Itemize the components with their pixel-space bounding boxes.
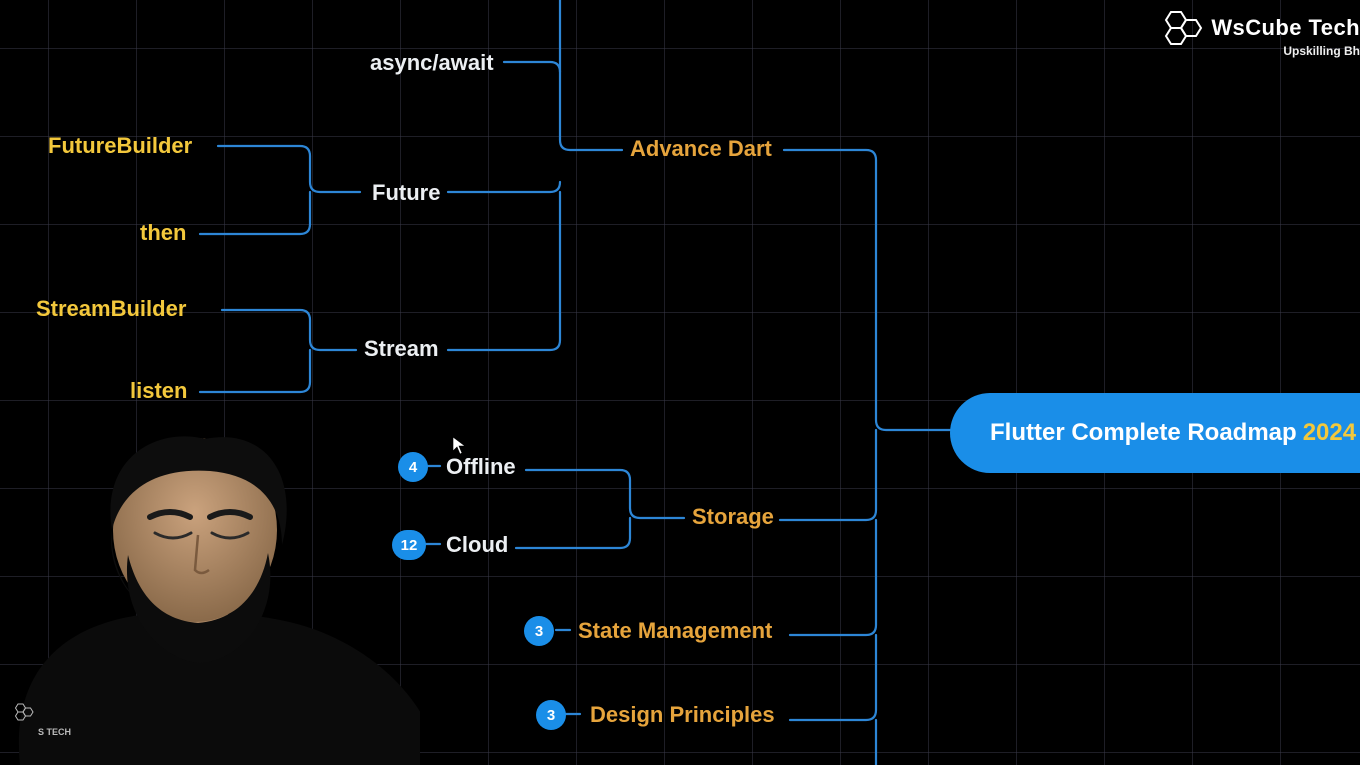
brand-logo: WsCube Tech Upskilling Bh (1159, 10, 1360, 58)
brand-text: WsCube Tech (1211, 15, 1360, 41)
svg-text:S TECH: S TECH (38, 727, 71, 737)
brand-tagline: Upskilling Bh (1159, 44, 1360, 58)
root-node[interactable]: Flutter Complete Roadmap 2024 (950, 393, 1360, 473)
node-stream[interactable]: Stream (364, 338, 439, 360)
connector-lines (0, 0, 1360, 765)
badge-design-principles-count: 3 (536, 700, 566, 730)
node-stream-builder[interactable]: StreamBuilder (36, 298, 186, 320)
mouse-cursor-icon (452, 436, 466, 456)
badge-cloud-count: 12 (392, 530, 426, 560)
hexagon-icon (1159, 10, 1207, 46)
presenter-overlay: S TECH (0, 435, 420, 765)
root-year: 2024 (1303, 419, 1356, 447)
badge-offline-count: 4 (398, 452, 428, 482)
badge-state-mgmt-count: 3 (524, 616, 554, 646)
root-title: Flutter Complete Roadmap (990, 419, 1297, 447)
node-state-management[interactable]: State Management (578, 620, 772, 642)
mindmap-canvas: Flutter Complete Roadmap 2024 Advance Da… (0, 0, 1360, 765)
node-cloud[interactable]: Cloud (446, 534, 508, 556)
node-then[interactable]: then (140, 222, 186, 244)
node-async-await[interactable]: async/await (370, 52, 494, 74)
node-advance-dart[interactable]: Advance Dart (630, 138, 772, 160)
node-offline[interactable]: Offline (446, 456, 516, 478)
node-listen[interactable]: listen (130, 380, 187, 402)
node-storage[interactable]: Storage (692, 506, 774, 528)
node-future-builder[interactable]: FutureBuilder (48, 135, 192, 157)
node-future[interactable]: Future (372, 182, 440, 204)
node-design-principles[interactable]: Design Principles (590, 704, 775, 726)
